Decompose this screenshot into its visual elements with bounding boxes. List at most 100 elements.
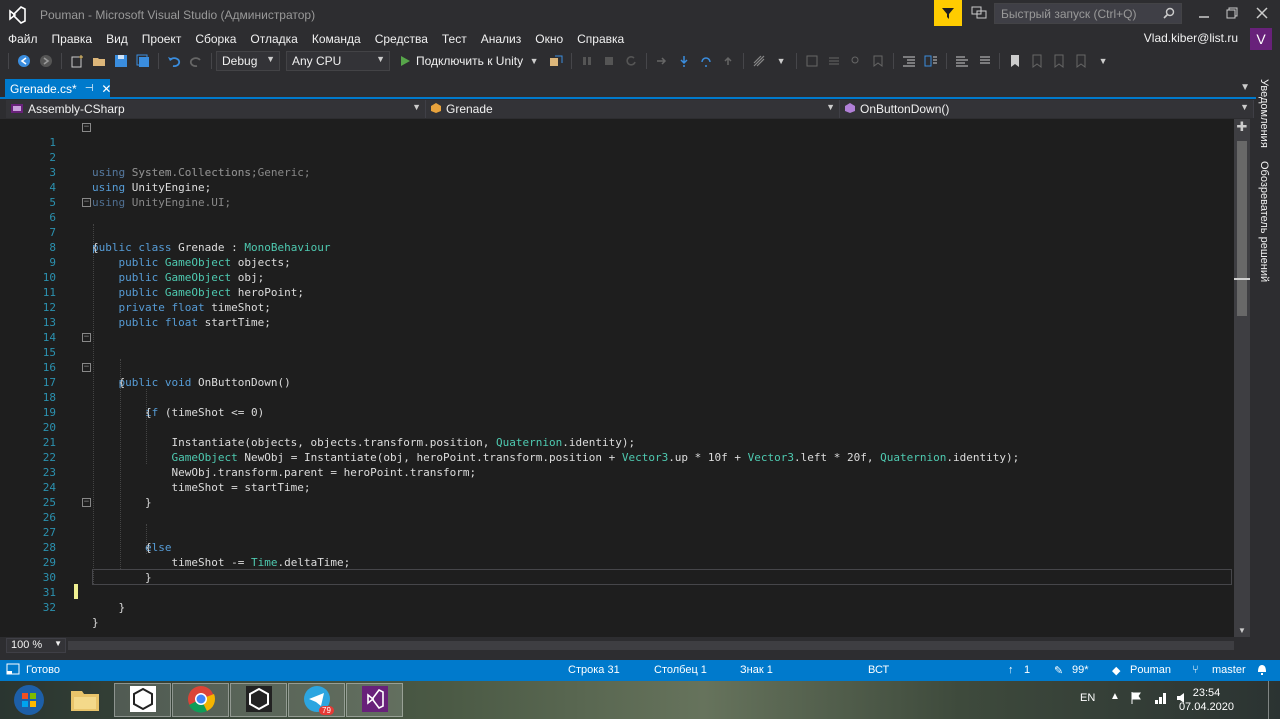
account-name[interactable]: Vlad.kiber@list.ru: [1144, 31, 1238, 45]
toolbar-overflow-icon[interactable]: ▼: [1094, 52, 1112, 70]
bookmark-icon[interactable]: [1006, 52, 1024, 70]
menu-test[interactable]: Тест: [434, 32, 473, 46]
tab-grenade-cs[interactable]: Grenade.cs* ⊣ ✕: [5, 79, 111, 98]
publish-arrow-icon[interactable]: ↑: [1008, 664, 1014, 676]
redo-icon[interactable]: [187, 52, 205, 70]
taskbar-unity[interactable]: [114, 683, 171, 717]
notification-filter-icon[interactable]: [934, 0, 962, 26]
menu-build[interactable]: Сборка: [187, 32, 242, 46]
notification-badge: 79: [319, 706, 334, 715]
code-line: 9 public GameObject obj;: [0, 240, 1234, 284]
tray-expand-icon[interactable]: ▲: [1110, 691, 1120, 702]
code-line: 26 − else: [0, 495, 1234, 555]
configuration-dropdown[interactable]: Debug ▼: [216, 51, 280, 71]
taskbar-explorer[interactable]: [56, 683, 113, 717]
run-button-label[interactable]: Подключить к Unity: [416, 54, 523, 68]
quick-launch-placeholder: Быстрый запуск (Ctrl+Q): [1001, 7, 1137, 21]
avatar[interactable]: V: [1250, 28, 1272, 50]
horizontal-scrollbar[interactable]: [68, 641, 1234, 650]
collapse-icon[interactable]: −: [82, 363, 91, 372]
scroll-down-icon[interactable]: ▼: [1238, 626, 1246, 635]
menu-debug[interactable]: Отладка: [242, 32, 303, 46]
code-line: 30: [0, 555, 1234, 584]
chevron-down-icon: ▼: [266, 54, 275, 64]
repository-icon[interactable]: ◆: [1112, 664, 1120, 677]
taskbar-visual-studio[interactable]: [346, 683, 403, 717]
chevron-down-icon[interactable]: ▼: [772, 52, 790, 70]
quick-launch-input[interactable]: Быстрый запуск (Ctrl+Q): [994, 3, 1182, 24]
run-dropdown-icon[interactable]: ▼: [525, 52, 543, 70]
uncomment-lines-icon[interactable]: [975, 52, 993, 70]
align-left-icon[interactable]: [900, 52, 918, 70]
find-icon: [847, 52, 865, 70]
status-repository[interactable]: Pouman: [1130, 664, 1171, 676]
notification-bell-icon[interactable]: [1256, 662, 1268, 679]
navigate-back-icon[interactable]: [15, 52, 33, 70]
start-button[interactable]: [2, 683, 56, 717]
platform-dropdown[interactable]: Any CPU ▼: [286, 51, 390, 71]
tab-notifications[interactable]: Уведомления: [1258, 79, 1270, 148]
menu-window[interactable]: Окно: [527, 32, 569, 46]
next-bookmark-icon: [1050, 52, 1068, 70]
outdent-icon[interactable]: [922, 52, 940, 70]
menu-help[interactable]: Справка: [569, 32, 630, 46]
split-editor-icon[interactable]: ✚: [1234, 119, 1250, 135]
menu-file[interactable]: Файл: [0, 32, 44, 46]
code-line: 11 private float timeShot;: [0, 270, 1234, 314]
project-dropdown[interactable]: Assembly-CSharp ▼: [6, 100, 426, 118]
save-icon[interactable]: [112, 52, 130, 70]
code-line: 10 public GameObject heroPoint;: [0, 255, 1234, 299]
vertical-scrollbar[interactable]: ✚ ▼: [1234, 119, 1250, 637]
zoom-dropdown[interactable]: 100 % ▼: [6, 638, 66, 653]
navigation-bar: Assembly-CSharp ▼ Grenade ▼ OnButtonDown…: [0, 100, 1256, 118]
toolbar-separator: [646, 53, 648, 69]
collapse-icon[interactable]: −: [82, 333, 91, 342]
member-dropdown[interactable]: OnButtonDown() ▼: [840, 100, 1254, 118]
menu-team[interactable]: Команда: [304, 32, 367, 46]
save-all-icon[interactable]: [134, 52, 152, 70]
menu-view[interactable]: Вид: [98, 32, 134, 46]
collapse-icon[interactable]: −: [82, 123, 91, 132]
taskbar-chrome[interactable]: [172, 683, 229, 717]
git-branch-icon[interactable]: ⑂: [1192, 664, 1199, 676]
menu-tools[interactable]: Средства: [367, 32, 434, 46]
taskbar-telegram[interactable]: 79: [288, 683, 345, 717]
status-pending-changes[interactable]: 99*: [1072, 664, 1089, 676]
pin-icon[interactable]: ⊣: [85, 83, 94, 94]
undo-icon[interactable]: [165, 52, 183, 70]
status-publish-count[interactable]: 1: [1024, 664, 1030, 676]
show-desktop-button[interactable]: [1268, 681, 1280, 719]
status-branch[interactable]: master: [1212, 664, 1246, 676]
close-tab-icon[interactable]: ✕: [101, 82, 111, 96]
language-indicator[interactable]: EN: [1080, 692, 1095, 704]
collapse-icon[interactable]: −: [82, 198, 91, 207]
close-window-button[interactable]: [1244, 0, 1280, 26]
open-file-icon[interactable]: [90, 52, 108, 70]
taskbar-unity-editor[interactable]: [230, 683, 287, 717]
start-debugging-icon[interactable]: [396, 52, 414, 70]
tab-overflow-icon[interactable]: ▼: [1240, 82, 1250, 93]
menu-project[interactable]: Проект: [134, 32, 188, 46]
platform-value: Any CPU: [292, 54, 342, 68]
network-icon[interactable]: [1154, 691, 1168, 708]
action-center-flag-icon[interactable]: [1130, 691, 1142, 708]
class-dropdown[interactable]: Grenade ▼: [426, 100, 840, 118]
stop-icon: [600, 52, 618, 70]
comment-lines-icon[interactable]: [953, 52, 971, 70]
code-line: 7 {: [0, 210, 1234, 254]
new-project-icon[interactable]: [68, 52, 86, 70]
code-editor[interactable]: 1 − using System.Collections; 2 using Sy…: [0, 119, 1234, 637]
scrollbar-thumb[interactable]: [1237, 141, 1247, 316]
status-ready: Готово: [26, 664, 60, 676]
navigate-forward-icon[interactable]: [37, 52, 55, 70]
hot-reload-icon[interactable]: [750, 52, 768, 70]
pencil-icon[interactable]: ✎: [1054, 664, 1063, 677]
system-clock[interactable]: 23:54 07.04.2020: [1179, 686, 1234, 714]
collapse-icon[interactable]: −: [82, 498, 91, 507]
tab-solution-explorer[interactable]: Обозреватель решений: [1258, 161, 1270, 282]
attach-process-icon[interactable]: [547, 52, 565, 70]
menu-edit[interactable]: Правка: [44, 32, 99, 46]
clock-date: 07.04.2020: [1178, 701, 1234, 713]
feedback-icon[interactable]: [970, 4, 990, 24]
menu-analyze[interactable]: Анализ: [473, 32, 528, 46]
